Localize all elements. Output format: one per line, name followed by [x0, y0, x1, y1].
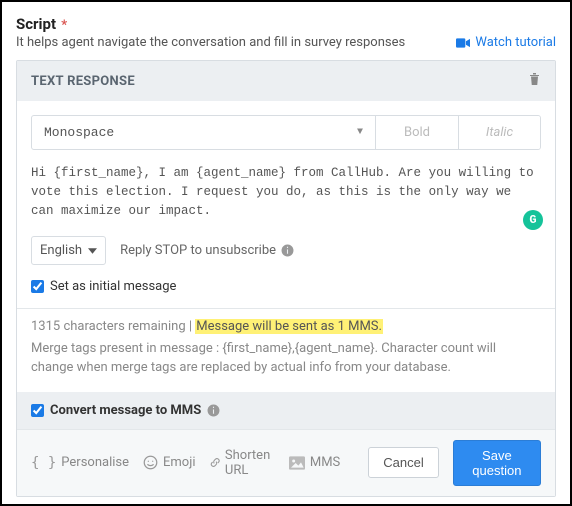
- message-content: Hi {first_name}, I am {agent_name} from …: [31, 166, 534, 218]
- font-family-select[interactable]: Monospace ▼: [32, 116, 376, 149]
- convert-mms-label: Convert message to MMS: [50, 403, 201, 418]
- braces-icon: { }: [31, 455, 56, 471]
- trash-icon: [528, 72, 541, 86]
- required-asterisk: *: [61, 18, 67, 33]
- image-icon: [289, 456, 305, 470]
- text-response-card: TEXT RESPONSE Monospace ▼ Bold Italic Hi…: [16, 60, 556, 497]
- personalise-button[interactable]: { } Personalise: [31, 455, 129, 471]
- watch-tutorial-label: Watch tutorial: [475, 35, 556, 50]
- convert-mms-checkbox[interactable]: [31, 404, 44, 417]
- chevron-down-icon: [88, 248, 97, 254]
- video-icon: [456, 37, 470, 49]
- editor-footer: { } Personalise Emoji Shorten URL MMS Ca…: [17, 429, 555, 496]
- language-value: English: [40, 243, 82, 258]
- link-icon: [210, 455, 220, 470]
- emoji-label: Emoji: [163, 455, 195, 470]
- italic-button[interactable]: Italic: [458, 116, 540, 149]
- bold-button[interactable]: Bold: [376, 116, 458, 149]
- language-select[interactable]: English: [31, 236, 106, 265]
- section-title: Script: [16, 15, 56, 33]
- script-editor-panel: Script * It helps agent navigate the con…: [0, 0, 572, 506]
- shorten-url-label: Shorten URL: [225, 448, 275, 478]
- watch-tutorial-link[interactable]: Watch tutorial: [456, 35, 556, 50]
- divider: [17, 308, 555, 309]
- initial-message-checkbox[interactable]: [31, 280, 44, 293]
- emoji-button[interactable]: Emoji: [143, 455, 195, 470]
- personalise-label: Personalise: [61, 455, 129, 470]
- merge-tags-note: Merge tags present in message : {first_n…: [31, 340, 541, 378]
- shorten-url-button[interactable]: Shorten URL: [210, 448, 275, 478]
- delete-button[interactable]: [528, 72, 541, 90]
- chars-remaining-text: 1315 characters remaining |: [31, 319, 195, 334]
- mms-button[interactable]: MMS: [289, 455, 340, 470]
- info-icon[interactable]: [207, 404, 220, 417]
- cancel-button[interactable]: Cancel: [368, 447, 438, 478]
- grammarly-badge[interactable]: G: [523, 210, 543, 230]
- font-family-value: Monospace: [44, 125, 114, 140]
- section-subtitle: It helps agent navigate the conversation…: [16, 35, 405, 50]
- info-icon[interactable]: [281, 244, 294, 257]
- format-toolbar: Monospace ▼ Bold Italic: [31, 115, 541, 150]
- initial-message-label: Set as initial message: [50, 279, 176, 294]
- mms-label: MMS: [310, 455, 340, 470]
- emoji-icon: [143, 455, 158, 470]
- card-title: TEXT RESPONSE: [31, 74, 135, 89]
- chevron-down-icon: ▼: [357, 127, 363, 138]
- initial-message-option: Set as initial message: [31, 279, 541, 294]
- message-textarea[interactable]: Hi {first_name}, I am {agent_name} from …: [31, 164, 541, 220]
- mms-count-highlight: Message will be sent as 1 MMS.: [195, 319, 383, 334]
- unsubscribe-text: Reply STOP to unsubscribe: [120, 243, 276, 258]
- save-button[interactable]: Save question: [453, 440, 541, 486]
